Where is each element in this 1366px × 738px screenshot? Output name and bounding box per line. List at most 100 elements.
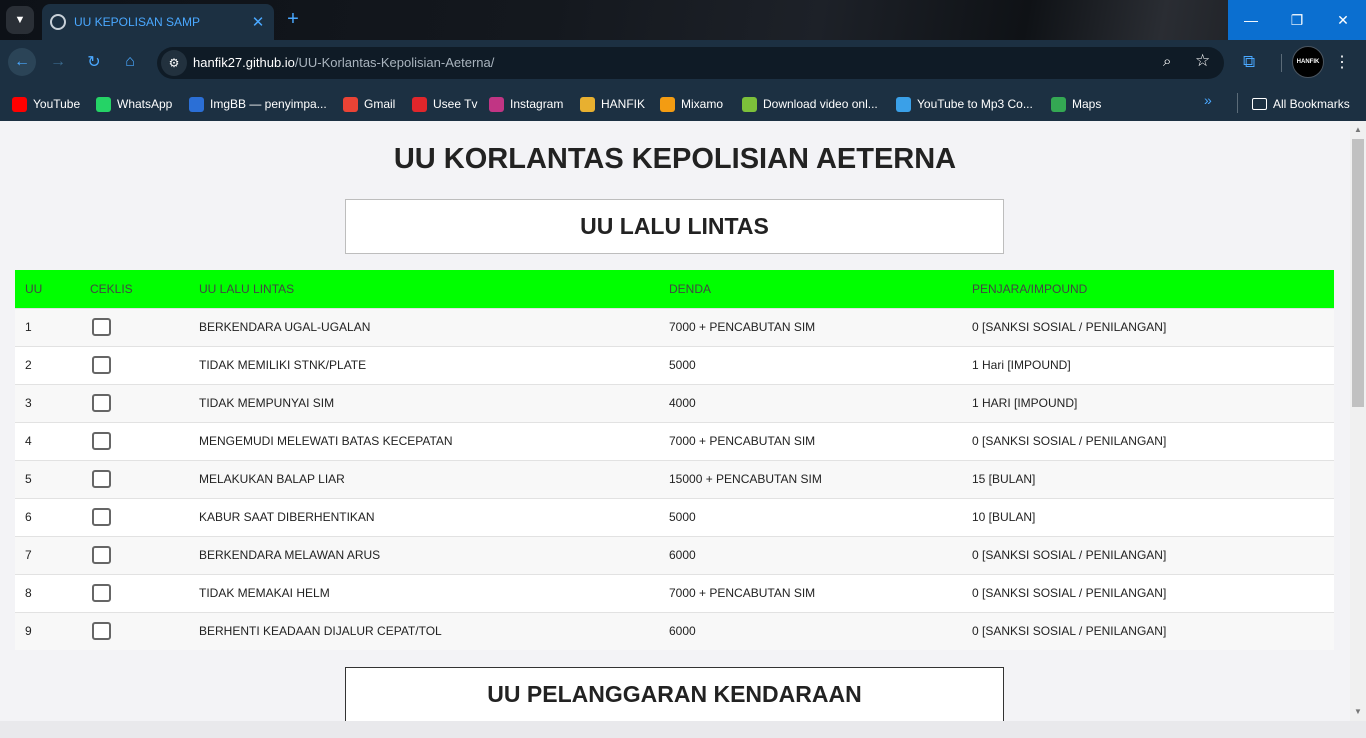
bookmark-star-icon[interactable]: ☆ bbox=[1195, 51, 1210, 71]
bookmarks-divider bbox=[1237, 93, 1238, 113]
table-row: 4 MENGEMUDI MELEWATI BATAS KECEPATAN 7000 … bbox=[15, 421, 1334, 460]
bookmark-label: Instagram bbox=[510, 97, 564, 111]
bookmark-instagram[interactable]: Instagram bbox=[489, 94, 563, 114]
more-bookmarks-icon[interactable]: » bbox=[1204, 92, 1212, 108]
denda-value: 7000 + PENCABUTAN SIM bbox=[659, 573, 962, 612]
forward-button[interactable]: → bbox=[44, 48, 72, 76]
bookmark-whatsapp[interactable]: WhatsApp bbox=[96, 94, 172, 114]
active-tab[interactable]: UU KEPOLISAN SAMP ✕ bbox=[42, 4, 274, 40]
row-number: 1 bbox=[15, 307, 80, 346]
penjara-value: 1 Hari [IMPOUND] bbox=[962, 345, 1334, 384]
checkbox-cell bbox=[80, 421, 189, 460]
denda-value: 7000 + PENCABUTAN SIM bbox=[659, 307, 962, 346]
menu-icon[interactable]: ⋮ bbox=[1334, 52, 1350, 72]
ceklis-checkbox[interactable] bbox=[92, 546, 111, 564]
tab-bar: ▼ UU KEPOLISAN SAMP ✕ + — ❐ ✕ bbox=[0, 0, 1366, 40]
table-row: 6 KABUR SAAT DIBERHENTIKAN 5000 10 [BULAN] bbox=[15, 497, 1334, 536]
row-number: 6 bbox=[15, 497, 80, 536]
ceklis-checkbox[interactable] bbox=[92, 584, 111, 602]
page-content: UU KORLANTAS KEPOLISIAN AETERNA UU LALU … bbox=[0, 121, 1350, 721]
uu-description: BERHENTI KEADAAN DIJALUR CEPAT/TOL bbox=[189, 611, 659, 650]
table-row: 9 BERHENTI KEADAAN DIJALUR CEPAT/TOL 6000 0… bbox=[15, 611, 1334, 650]
uu-table: UU CEKLIS UU LALU LINTAS DENDA PENJARA/I… bbox=[15, 270, 1334, 650]
bookmark-label: YouTube bbox=[33, 97, 81, 111]
uu-description: TIDAK MEMPUNYAI SIM bbox=[189, 383, 659, 422]
close-tab-icon[interactable]: ✕ bbox=[250, 13, 266, 31]
checkbox-cell bbox=[80, 307, 189, 346]
row-number: 5 bbox=[15, 459, 80, 498]
ceklis-checkbox[interactable] bbox=[92, 318, 111, 336]
bookmark-label: YouTube to Mp3 Co... bbox=[917, 97, 1033, 111]
url-path: /UU-Korlantas-Kepolisian-Aeterna/ bbox=[294, 55, 495, 70]
instagram-icon bbox=[489, 96, 504, 112]
vertical-scrollbar[interactable]: ▲ ▼ bbox=[1350, 121, 1366, 721]
row-number: 2 bbox=[15, 345, 80, 384]
mp3-icon bbox=[896, 96, 911, 112]
denda-value: 4000 bbox=[659, 383, 962, 422]
navigation-bar: ← → ↻ ⌂ ⚙ hanfik27.github.io/UU-Korlanta… bbox=[0, 40, 1366, 86]
table-row: 2 TIDAK MEMILIKI STNK/PLATE 5000 1 Hari [IM… bbox=[15, 345, 1334, 384]
ceklis-checkbox[interactable] bbox=[92, 470, 111, 488]
useetv-icon bbox=[412, 96, 427, 112]
bookmark-youtube[interactable]: YouTube bbox=[12, 94, 80, 114]
bookmark-mp3[interactable]: YouTube to Mp3 Co... bbox=[896, 94, 1033, 114]
scroll-up-icon[interactable]: ▲ bbox=[1354, 125, 1362, 134]
bookmark-useetv[interactable]: Usee Tv bbox=[412, 94, 477, 114]
site-info-icon[interactable]: ⚙ bbox=[161, 50, 187, 76]
minimize-button[interactable]: — bbox=[1228, 0, 1274, 40]
column-header-uu-lalu-lintas: UU LALU LINTAS bbox=[189, 270, 659, 308]
penjara-value: 15 [BULAN] bbox=[962, 459, 1334, 498]
ceklis-checkbox[interactable] bbox=[92, 394, 111, 412]
uu-description: MELAKUKAN BALAP LIAR bbox=[189, 459, 659, 498]
tab-search-button[interactable]: ▼ bbox=[6, 6, 34, 34]
download-icon bbox=[742, 96, 757, 112]
profile-avatar[interactable]: HANFIK bbox=[1292, 46, 1324, 78]
row-number: 7 bbox=[15, 535, 80, 574]
uu-description: KABUR SAAT DIBERHENTIKAN bbox=[189, 497, 659, 536]
bookmark-hanfik[interactable]: HANFIK bbox=[580, 94, 645, 114]
close-window-button[interactable]: ✕ bbox=[1320, 0, 1366, 40]
bookmark-label: WhatsApp bbox=[117, 97, 173, 111]
scroll-down-icon[interactable]: ▼ bbox=[1354, 707, 1362, 716]
zoom-icon[interactable]: ⌕ bbox=[1163, 53, 1171, 70]
home-button[interactable]: ⌂ bbox=[116, 48, 144, 76]
denda-value: 6000 bbox=[659, 535, 962, 574]
ceklis-checkbox[interactable] bbox=[92, 622, 111, 641]
whatsapp-icon bbox=[96, 96, 111, 112]
uu-description: BERKENDARA MELAWAN ARUS bbox=[189, 535, 659, 574]
row-number: 3 bbox=[15, 383, 80, 422]
back-button[interactable]: ← bbox=[8, 48, 36, 76]
bookmark-download[interactable]: Download video onl... bbox=[742, 94, 878, 114]
table-row: 8 TIDAK MEMAKAI HELM 7000 + PENCABUTAN SIM… bbox=[15, 573, 1334, 612]
bookmark-gmail[interactable]: Gmail bbox=[343, 94, 395, 114]
address-bar[interactable]: ⚙ hanfik27.github.io/UU-Korlantas-Kepoli… bbox=[157, 47, 1224, 79]
uu-description: TIDAK MEMAKAI HELM bbox=[189, 573, 659, 612]
column-header-uu: UU bbox=[15, 270, 80, 308]
table-row: 1 BERKENDARA UGAL-UGALAN 7000 + PENCABUTAN… bbox=[15, 307, 1334, 346]
checkbox-cell bbox=[80, 573, 189, 612]
all-bookmarks-label: All Bookmarks bbox=[1273, 97, 1350, 111]
extensions-icon[interactable]: ⧉ bbox=[1243, 52, 1255, 72]
denda-value: 15000 + PENCABUTAN SIM bbox=[659, 459, 962, 498]
scrollbar-thumb[interactable] bbox=[1352, 139, 1364, 407]
bookmark-imgbb[interactable]: ImgBB — penyimpa... bbox=[189, 94, 327, 114]
column-header-denda: DENDA bbox=[659, 270, 962, 308]
new-tab-button[interactable]: + bbox=[282, 8, 304, 30]
all-bookmarks-button[interactable]: All Bookmarks bbox=[1252, 94, 1350, 114]
bookmark-mixamo[interactable]: Mixamo bbox=[660, 94, 723, 114]
ceklis-checkbox[interactable] bbox=[92, 356, 111, 374]
ceklis-checkbox[interactable] bbox=[92, 508, 111, 526]
youtube-icon bbox=[12, 96, 27, 112]
restore-button[interactable]: ❐ bbox=[1274, 0, 1320, 40]
ceklis-checkbox[interactable] bbox=[92, 432, 111, 450]
bookmark-maps[interactable]: Maps bbox=[1051, 94, 1101, 114]
reload-button[interactable]: ↻ bbox=[80, 48, 108, 76]
browser-chrome: ▼ UU KEPOLISAN SAMP ✕ + — ❐ ✕ ← → ↻ ⌂ ⚙ … bbox=[0, 0, 1366, 121]
uu-description: MENGEMUDI MELEWATI BATAS KECEPATAN bbox=[189, 421, 659, 460]
row-number: 8 bbox=[15, 573, 80, 612]
bookmark-label: Maps bbox=[1072, 97, 1102, 111]
checkbox-cell bbox=[80, 459, 189, 498]
mixamo-icon bbox=[660, 96, 675, 112]
url-host: hanfik27.github.io bbox=[193, 55, 295, 70]
table-row: 3 TIDAK MEMPUNYAI SIM 4000 1 HARI [IMPOUND] bbox=[15, 383, 1334, 422]
